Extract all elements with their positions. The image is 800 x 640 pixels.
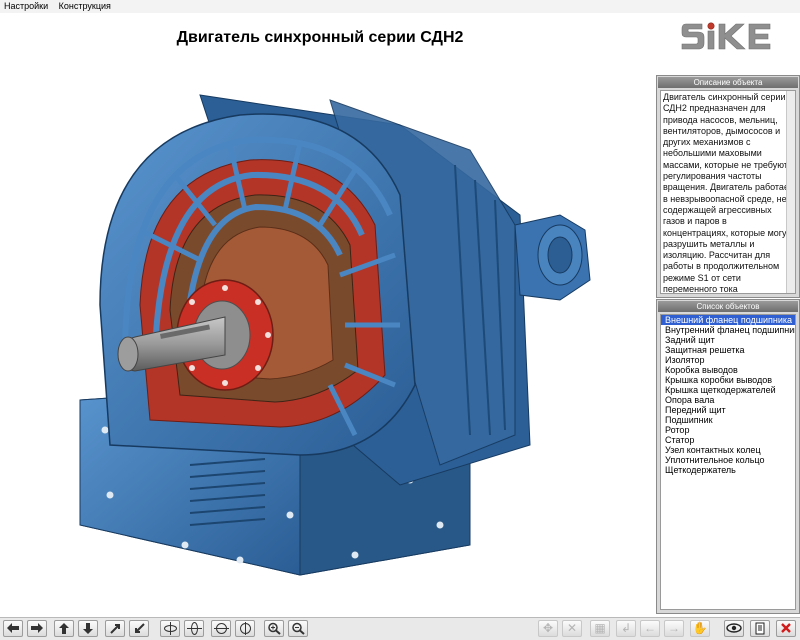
disabled-tool-1-icon[interactable]: ✥ <box>538 620 558 637</box>
arrow-up-icon[interactable] <box>54 620 74 637</box>
list-item[interactable]: Защитная решетка <box>661 345 795 355</box>
diagonal-down-icon[interactable] <box>129 620 149 637</box>
list-item[interactable]: Передний щит <box>661 405 795 415</box>
zoom-out-icon[interactable] <box>288 620 308 637</box>
description-scrollbar[interactable] <box>786 91 795 293</box>
motor-3d-viewport[interactable] <box>0 55 650 615</box>
arrow-down-icon[interactable] <box>78 620 98 637</box>
page-title: Двигатель синхронный серии СДН2 <box>176 29 464 46</box>
rotate-cw-icon[interactable] <box>235 620 255 637</box>
list-item[interactable]: Статор <box>661 435 795 445</box>
view-toolbar: ✥ ✕ ▦ ↲ ← → ✋ <box>0 617 800 640</box>
undo-icon[interactable]: ↲ <box>616 620 636 637</box>
list-item[interactable]: Внешний фланец подшипника <box>661 315 795 325</box>
sike-logo <box>681 22 771 50</box>
rotate-vertical-icon[interactable] <box>184 620 204 637</box>
menu-bar: Настройки Конструкция <box>0 0 800 13</box>
list-item[interactable]: Задний щит <box>661 335 795 345</box>
menu-settings[interactable]: Настройки <box>0 0 52 13</box>
list-item[interactable]: Узел контактных колец <box>661 445 795 455</box>
list-item[interactable]: Крышка щеткодержателей <box>661 385 795 395</box>
terminal-box <box>514 214 591 301</box>
rotate-ccw-icon[interactable] <box>211 620 231 637</box>
list-item[interactable]: Подшипник <box>661 415 795 425</box>
description-panel-header: Описание объекта <box>658 77 798 88</box>
list-item[interactable]: Ротор <box>661 425 795 435</box>
diagonal-up-icon[interactable] <box>105 620 125 637</box>
list-item[interactable]: Коробка выводов <box>661 365 795 375</box>
list-item[interactable]: Щеткодержатель <box>661 465 795 475</box>
list-item[interactable]: Внутренний фланец подшипника <box>661 325 795 335</box>
hand-tool-icon[interactable]: ✋ <box>690 620 710 637</box>
description-panel: Описание объекта Двигатель синхронный се… <box>656 75 800 298</box>
front-end-shield <box>99 113 416 456</box>
document-icon[interactable] <box>750 620 770 637</box>
close-icon[interactable] <box>776 620 796 637</box>
forward-icon[interactable]: → <box>664 620 684 637</box>
zoom-in-icon[interactable] <box>264 620 284 637</box>
arrow-left-icon[interactable] <box>3 620 23 637</box>
objects-list[interactable]: Внешний фланец подшипника Внутренний флан… <box>660 314 796 610</box>
description-panel-body[interactable]: Двигатель синхронный серии СДН2 предназн… <box>660 90 796 294</box>
list-item[interactable]: Изолятор <box>661 355 795 365</box>
objects-list-header: Список объектов <box>658 301 798 312</box>
list-item[interactable]: Уплотнительное кольцо <box>661 455 795 465</box>
eye-icon[interactable] <box>724 620 744 637</box>
menu-construction[interactable]: Конструкция <box>55 0 115 13</box>
back-icon[interactable]: ← <box>640 620 660 637</box>
arrow-right-icon[interactable] <box>27 620 47 637</box>
rotate-horizontal-icon[interactable] <box>160 620 180 637</box>
list-item[interactable]: Крышка коробки выводов <box>661 375 795 385</box>
objects-list-panel: Список объектов Внешний фланец подшипник… <box>656 299 800 614</box>
description-text: Двигатель синхронный серии СДН2 предназн… <box>663 92 793 294</box>
disabled-tool-3-icon[interactable]: ▦ <box>590 620 610 637</box>
disabled-tool-2-icon[interactable]: ✕ <box>562 620 582 637</box>
list-item[interactable]: Опора вала <box>661 395 795 405</box>
